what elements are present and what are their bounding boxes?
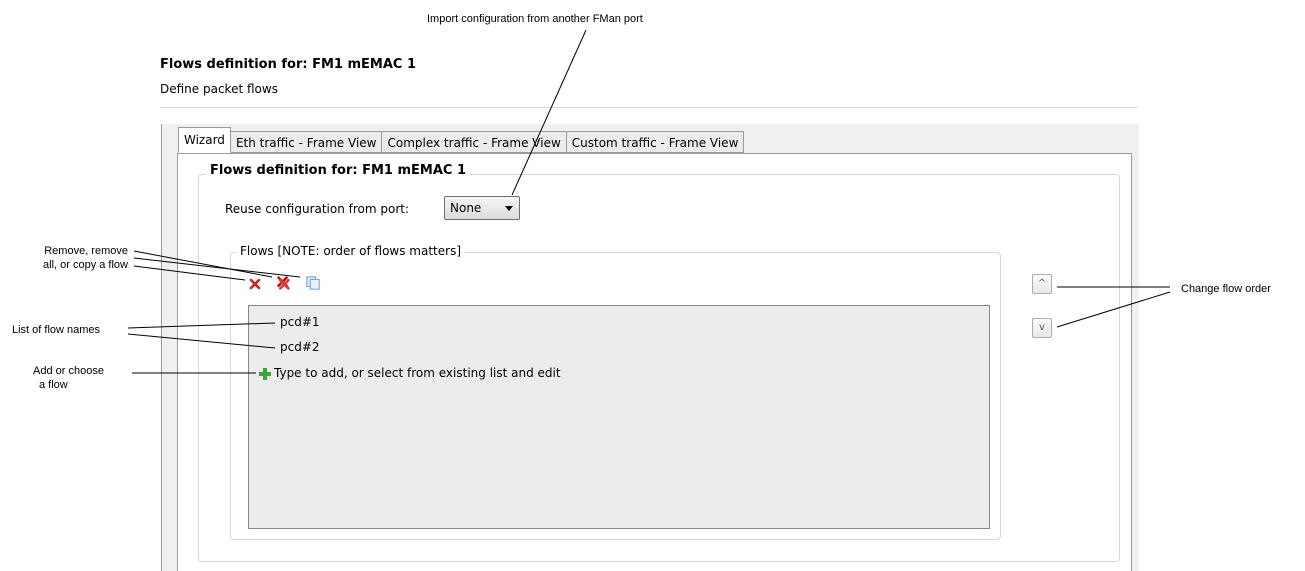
callout-lines [127,29,1171,374]
